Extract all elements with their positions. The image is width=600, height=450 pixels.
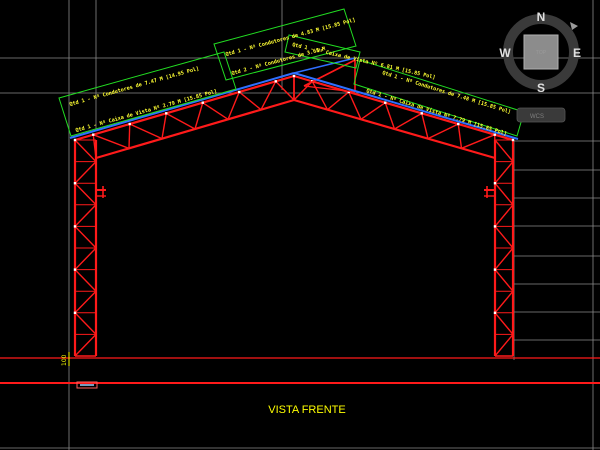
- column-web-left: [74, 225, 97, 249]
- rafter-node: [165, 112, 168, 115]
- column-web-right: [494, 139, 514, 163]
- rafter-web-left: [93, 134, 130, 149]
- column-web-right: [494, 290, 514, 314]
- rafter-web-right: [360, 102, 386, 120]
- column-web-left: [74, 247, 97, 271]
- column-node: [73, 311, 77, 314]
- rafter-node: [420, 112, 423, 115]
- column-node: [493, 268, 497, 271]
- compass-north[interactable]: N: [537, 10, 546, 24]
- column-web-right: [494, 247, 514, 271]
- rafter-node: [92, 133, 95, 136]
- column-web-left: [74, 333, 97, 357]
- column-web-right: [494, 269, 514, 292]
- rafter-web-left: [238, 91, 262, 111]
- rafter-web-left: [129, 123, 163, 140]
- compass-west[interactable]: W: [499, 46, 511, 60]
- cad-viewport[interactable]: Qtd 1 - Nº Caixa de Vista Nº 2.79 M [15.…: [0, 0, 600, 450]
- compass-south[interactable]: S: [537, 81, 545, 95]
- column-web-right: [494, 312, 514, 335]
- rafter-web-right: [384, 102, 396, 130]
- column-web-left: [74, 290, 97, 314]
- compass-east[interactable]: E: [573, 46, 581, 60]
- rafter-web-right: [427, 123, 459, 140]
- rafter-web-left: [161, 113, 167, 139]
- portal-frame-truss: [69, 57, 519, 357]
- column-web-left: [74, 182, 97, 206]
- dimension-label: 100: [61, 354, 68, 366]
- dimension-marker: 100: [61, 352, 70, 366]
- viewcube[interactable]: TOP N S W E WCS: [499, 10, 581, 123]
- column-web-left: [74, 269, 97, 292]
- rafter-web-right: [461, 134, 496, 149]
- column-web-right: [494, 182, 514, 206]
- ground-lines: [0, 357, 600, 384]
- roof-line-left: [69, 72, 295, 139]
- eave-node: [73, 138, 77, 142]
- rafter-node: [238, 90, 241, 94]
- rafter-web-left: [165, 112, 196, 130]
- rafter-web-left: [194, 102, 204, 130]
- viewcube-top-label: TOP: [536, 50, 547, 56]
- column-web-left: [74, 204, 97, 227]
- annotation-ridge-right: Qtd 1 - Nº Caixa de Vista Nº 6.81 M [15.…: [292, 42, 436, 81]
- column-node: [73, 182, 77, 185]
- rafter-web-left: [227, 91, 240, 120]
- rafter-web-left: [128, 123, 131, 149]
- rafter-node: [128, 122, 131, 126]
- rafter-web-right: [327, 91, 350, 111]
- rafter-web-left: [275, 80, 295, 101]
- eave-node: [511, 138, 515, 142]
- column-web-right: [494, 204, 514, 227]
- rafter-web-right: [394, 112, 423, 130]
- column-web-left: [74, 161, 97, 184]
- column-web-left: [74, 312, 97, 335]
- rafter-web-right: [457, 123, 463, 149]
- rafter-node: [457, 122, 460, 126]
- column-node: [493, 225, 497, 228]
- column-web-right: [494, 333, 514, 357]
- column-node: [73, 268, 77, 271]
- column-node: [493, 182, 497, 185]
- column-node: [73, 225, 77, 228]
- column-node: [493, 311, 497, 314]
- rafter-node: [274, 80, 277, 83]
- rotate-arrow-icon: [570, 22, 578, 30]
- view-title: VISTA FRENTE: [268, 404, 345, 416]
- ridge-node: [292, 74, 296, 78]
- rafter-node: [384, 101, 387, 104]
- wcs-label: WCS: [530, 114, 544, 120]
- column-web-right: [494, 225, 514, 249]
- rafter-web-right: [421, 113, 429, 139]
- column-web-right: [494, 161, 514, 184]
- rafter-node: [201, 101, 204, 104]
- column-web-left: [74, 139, 97, 163]
- annotation-right-low: Qtd 1 - Nº Caixa de Vista Nº 7.79 M [15.…: [365, 88, 507, 137]
- rafter-web-left: [202, 102, 229, 120]
